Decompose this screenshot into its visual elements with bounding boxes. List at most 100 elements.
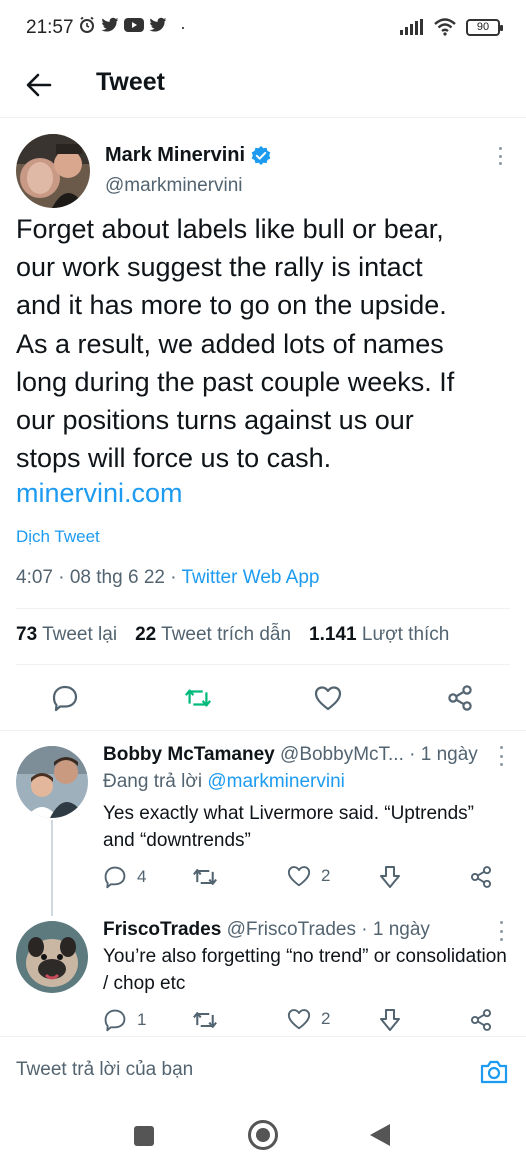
reply-downvote-button[interactable] [379,865,401,889]
notification-icons [78,16,167,34]
reply-text: Yes exactly what Livermore said. “Uptren… [103,803,475,851]
reply-avatar[interactable] [16,746,88,818]
replying-to-mention[interactable]: @markminervini [207,771,345,792]
divider [0,730,526,731]
status-bar: 21:57 · 90 [0,0,526,58]
retweet-icon [193,1012,217,1028]
quotes-count: 22 [135,624,157,645]
likes-count: 1.141 [309,624,357,645]
tweet-text: Forget about labels like bull or bear, o… [16,210,516,477]
page-title: Tweet [96,68,165,96]
tweet-app-source[interactable]: Twitter Web App [182,567,320,588]
tweet-meta: 4:07 · 08 thg 6 22 · Twitter Web App [16,567,320,589]
divider [16,608,510,609]
replying-to: Đang trả lời @markminervini [103,771,345,793]
tweet-line: our work suggest the rally is intact [16,252,423,283]
reply-count: 4 [137,867,147,886]
reply-icon [104,1009,126,1032]
reply-avatar[interactable] [16,921,88,993]
retweet-button[interactable] [184,684,212,712]
recent-apps-button[interactable] [134,1126,154,1146]
wifi-icon [434,18,456,36]
reply-retweet-button[interactable] [192,865,228,889]
heart-icon [287,1009,311,1030]
reply-text: You’re also forgetting “no trend” or con… [103,946,507,994]
retweet-icon [193,869,217,885]
reply-share-button[interactable] [469,865,493,889]
reply-author-handle[interactable]: @BobbyMcT... [280,744,404,765]
home-button[interactable] [248,1120,278,1150]
tweet-line: long during the past couple weeks. If [16,366,455,397]
author-avatar[interactable] [16,134,90,208]
reply-reply-button[interactable]: 4 [103,865,146,889]
thread-line [51,820,53,916]
avatar-photo [16,746,88,818]
arrow-down-icon [380,866,400,888]
like-count: 2 [321,866,331,885]
divider [16,664,510,665]
translate-tweet-link[interactable]: Dịch Tweet [16,527,100,547]
camera-icon [480,1060,508,1084]
reply-retweet-button[interactable] [192,1008,228,1032]
author-handle[interactable]: @markminervini [105,175,243,197]
reply-count: 1 [137,1010,147,1029]
arrow-left-icon [26,73,52,97]
reply-button[interactable] [51,684,79,712]
reply-actions: 1 2 [103,1008,508,1036]
like-count: 2 [321,1009,331,1028]
share-icon [470,866,492,888]
reply-author-handle[interactable]: @FriscoTrades [227,919,356,940]
twitter-bird-icon [101,17,119,32]
reply-share-button[interactable] [469,1008,493,1032]
share-icon [448,685,472,711]
author-name[interactable]: Mark Minervini [105,144,245,167]
reply-more-button[interactable] [498,921,504,941]
like-button[interactable] [314,684,342,712]
retweets-count: 73 [16,624,38,645]
retweet-icon [184,689,212,707]
reply-icon [104,866,126,889]
tweet-timestamp: 4:07 · 08 thg 6 22 · [16,567,182,588]
heart-icon [287,866,311,887]
tweet-line: our positions turns against us our [16,405,414,436]
status-time: 21:57 [26,17,74,38]
likes-stat[interactable]: 1.141 Lượt thích [309,624,449,646]
arrow-down-icon [380,1009,400,1031]
reply-compose-input[interactable]: Tweet trả lời của bạn [16,1059,193,1081]
reply-time: · 1 ngày [356,919,430,940]
reply-header: Bobby McTamaney @BobbyMcT... · 1 ngày [103,744,478,766]
reply-compose-bar: Tweet trả lời của bạn [0,1036,526,1106]
reply-header: FriscoTrades @FriscoTrades · 1 ngày [103,919,430,941]
avatar-photo [16,134,90,208]
tweet-line: stops will force us to cash. [16,443,332,474]
camera-button[interactable] [479,1057,509,1087]
tweet-link[interactable]: minervini.com [16,478,183,509]
system-icons: 90 [400,18,503,36]
likes-label: Lượt thích [361,624,450,645]
tweet-more-button[interactable] [490,144,510,168]
system-back-button[interactable] [370,1124,390,1146]
youtube-icon [124,18,144,32]
reply-reply-button[interactable]: 1 [103,1008,146,1032]
reply-like-button[interactable]: 2 [287,1008,330,1030]
reply-time: · 1 ngày [403,744,478,765]
retweets-label: Tweet lại [42,624,118,645]
reply-author-name[interactable]: Bobby McTamaney [103,744,275,765]
signal-icon [400,19,423,35]
share-button[interactable] [446,684,474,712]
reply-actions: 4 2 [103,865,508,893]
tweet-stats: 73 Tweet lại 22 Tweet trích dẫn 1.141 Lư… [16,624,449,646]
reply-more-button[interactable] [498,746,504,766]
top-header: Tweet [0,58,526,118]
verified-badge-icon [251,145,271,165]
reply-like-button[interactable]: 2 [287,865,330,887]
twitter-bird-icon-2 [149,17,167,32]
quotes-stat[interactable]: 22 Tweet trích dẫn [135,624,291,646]
quotes-label: Tweet trích dẫn [161,624,292,645]
share-icon [470,1009,492,1031]
back-button[interactable] [22,68,56,102]
author-name-row: Mark Minervini [105,144,272,167]
reply-downvote-button[interactable] [379,1008,401,1032]
reply-author-name[interactable]: FriscoTrades [103,919,221,940]
retweets-stat[interactable]: 73 Tweet lại [16,624,117,646]
